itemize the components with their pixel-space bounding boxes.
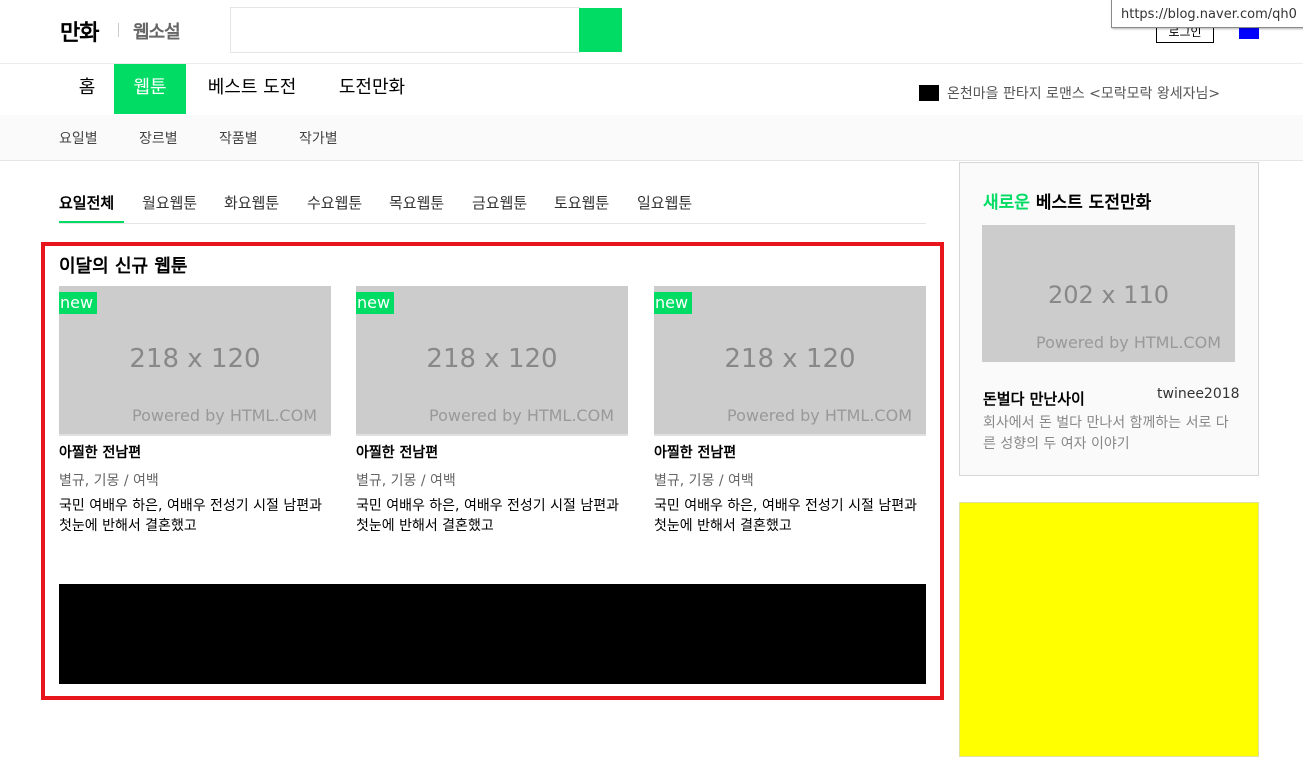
mainnav-item-best-challenge[interactable]: 베스트 도전 [192,64,312,114]
day-tab-sat[interactable]: 토요웹툰 [554,192,609,213]
day-tab-all[interactable]: 요일전체 [59,192,114,213]
webtoon-card[interactable]: new 218 x 120 Powered by HTML.COM 아찔한 전남… [59,286,331,536]
day-tab-fri[interactable]: 금요웹툰 [472,192,527,213]
thumbnail-size-label: 218 x 120 [426,344,558,374]
card-description: 국민 여배우 하은, 여배우 전성기 시절 남편과 첫눈에 반해서 결혼했고 [59,498,322,534]
thumbnail-powered-label: Powered by HTML.COM [429,406,614,425]
best-challenge-title: 새로운 베스트 도전만화 [983,188,1151,213]
thumbnail-size-label: 202 x 110 [1047,281,1170,309]
best-challenge-name[interactable]: 돈벌다 만난사이 [983,388,1085,409]
day-tab-active-underline [59,221,124,223]
url-tooltip: https://blog.naver.com/qh0 [1111,0,1303,28]
search-button[interactable] [579,8,622,52]
new-badge: new [654,292,692,314]
best-challenge-title-highlight: 새로운 [983,193,1030,213]
ad-placeholder[interactable] [959,502,1259,757]
ticker-link[interactable]: 온천마을 판타지 로맨스 <모락모락 왕세자님> [947,83,1220,103]
new-badge: new [356,292,394,314]
subnav-bar [0,115,1303,161]
mainnav-item-home[interactable]: 홈 [60,64,114,114]
mainnav-item-webtoon[interactable]: 웹툰 [114,64,186,114]
ticker-square-icon [919,85,939,101]
thumbnail-size-label: 218 x 120 [724,344,856,374]
thumbnail-placeholder[interactable]: new 218 x 120 Powered by HTML.COM [356,286,628,436]
day-tab-wed[interactable]: 수요웹툰 [307,192,362,213]
card-description: 국민 여배우 하은, 여배우 전성기 시절 남편과 첫눈에 반해서 결혼했고 [356,498,619,534]
thumbnail-powered-label: Powered by HTML.COM [132,406,317,425]
webtoon-card[interactable]: new 218 x 120 Powered by HTML.COM 아찔한 전남… [654,286,926,536]
card-authors: 별규, 기몽 / 여백 [356,473,456,489]
day-tab-sun[interactable]: 일요웹툰 [637,192,692,213]
logo-sub-webnovel[interactable]: 웹소설 [133,18,181,44]
search-input[interactable] [230,7,580,53]
subnav-item-by-genre[interactable]: 장르별 [139,128,178,148]
card-description: 국민 여배우 하은, 여배우 전성기 시절 남편과 첫눈에 반해서 결혼했고 [654,498,917,534]
subnav-item-by-day[interactable]: 요일별 [59,128,98,148]
day-tab-mon[interactable]: 월요웹툰 [142,192,197,213]
section-title-new: 이달의 신규 웹툰 [59,256,188,277]
card-authors: 별규, 기몽 / 여백 [59,473,159,489]
logo-divider [118,23,119,37]
thumbnail-placeholder[interactable]: new 218 x 120 Powered by HTML.COM [59,286,331,436]
subnav-item-by-author[interactable]: 작가별 [299,128,338,148]
thumbnail-placeholder[interactable]: new 218 x 120 Powered by HTML.COM [654,286,926,436]
new-badge: new [59,292,97,314]
thumbnail-powered-label: Powered by HTML.COM [727,406,912,425]
best-challenge-author: twinee2018 [1157,386,1240,402]
card-title[interactable]: 아찔한 전남편 [59,442,331,462]
thumbnail-size-label: 218 x 120 [129,344,261,374]
card-title[interactable]: 아찔한 전남편 [654,442,926,462]
thumbnail-powered-label: Powered by HTML.COM [1036,333,1221,352]
day-tab-thu[interactable]: 목요웹툰 [389,192,444,213]
card-title[interactable]: 아찔한 전남편 [356,442,628,462]
mainnav-item-challenge[interactable]: 도전만화 [322,64,422,114]
best-challenge-title-rest: 베스트 도전만화 [1035,193,1152,213]
logo-main[interactable]: 만화 [60,15,99,47]
best-challenge-description: 회사에서 돈 벌다 만나서 함께하는 서로 다른 성향의 두 여자 이야기 [983,415,1229,452]
subnav-item-by-title[interactable]: 작품별 [219,128,258,148]
banner-placeholder[interactable] [59,584,926,684]
card-authors: 별규, 기몽 / 여백 [654,473,754,489]
webtoon-card[interactable]: new 218 x 120 Powered by HTML.COM 아찔한 전남… [356,286,628,536]
best-challenge-thumbnail[interactable]: 202 x 110 Powered by HTML.COM [982,225,1235,362]
day-tab-tue[interactable]: 화요웹툰 [224,192,279,213]
day-tab-divider [59,223,926,224]
